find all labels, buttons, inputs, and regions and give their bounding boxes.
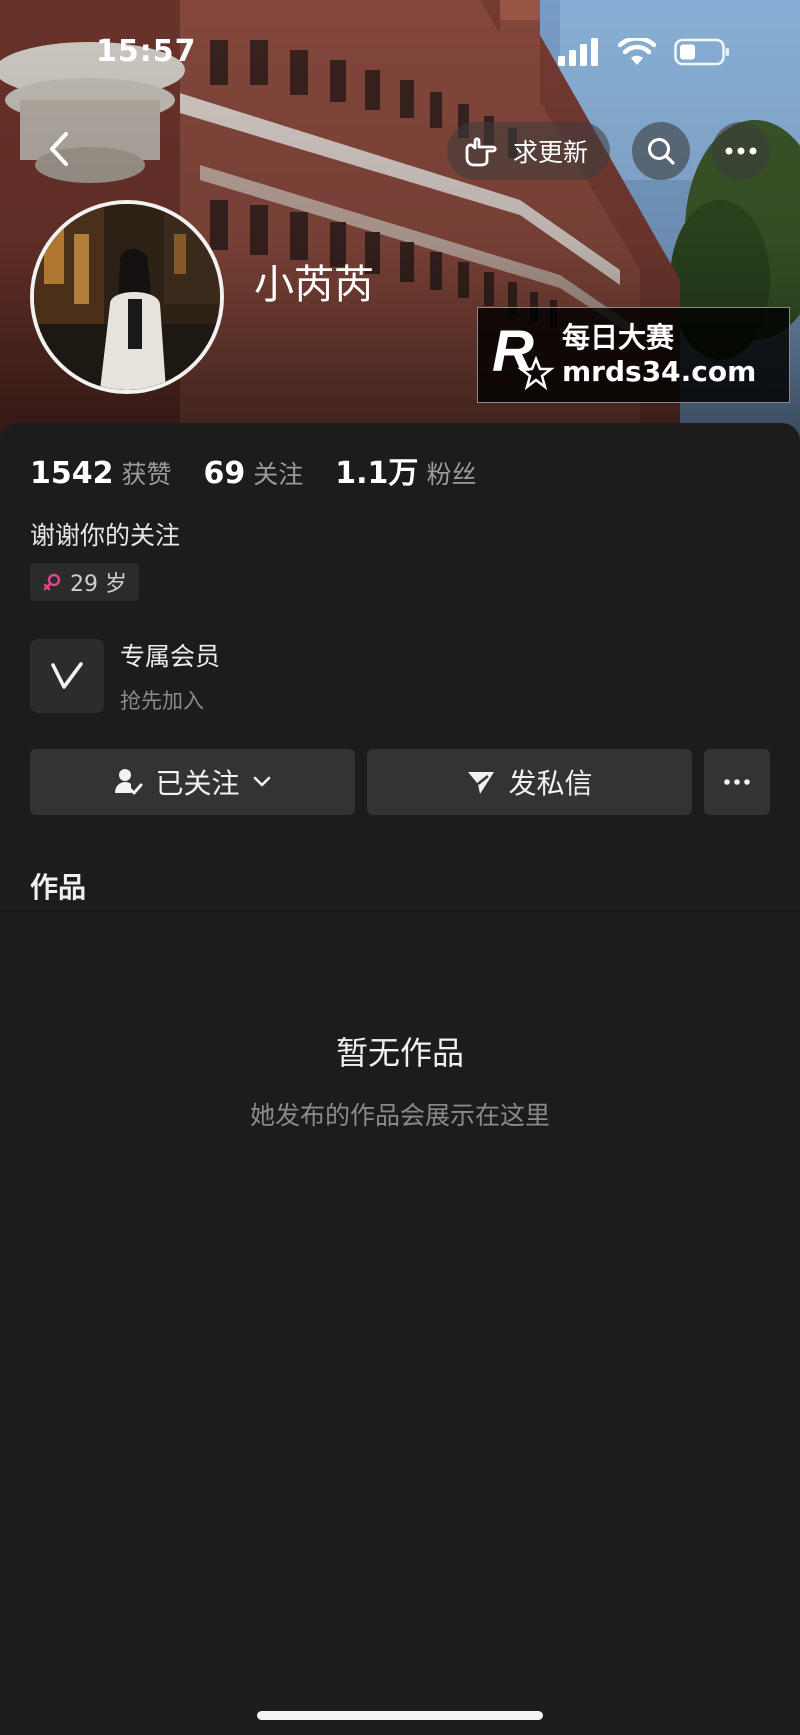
stat-following-label: 关注 [253,460,304,489]
membership-subtitle: 抢先加入 [120,689,204,713]
paper-plane-icon [468,772,495,794]
section-divider [0,910,800,911]
avatar[interactable] [30,200,224,394]
watermark: R 每日大赛 mrds34.com [477,307,790,403]
request-update-button[interactable]: 求更新 [446,122,610,180]
stat-following-value: 69 [203,456,246,491]
request-update-label: 求更新 [512,138,588,167]
action-buttons: 已关注 发私信 [30,749,770,815]
followed-button[interactable]: 已关注 [30,749,355,815]
search-button[interactable] [632,122,690,180]
followed-label: 已关注 [155,767,240,800]
stat-likes-label: 获赞 [121,460,172,489]
status-time: 15:57 [96,34,197,69]
chevron-left-icon [50,132,68,166]
back-button[interactable] [34,124,84,174]
stat-followers-value: 1.1万 [335,456,419,491]
home-indicator[interactable] [257,1711,543,1720]
tab-works[interactable]: 作品 [30,866,86,906]
stat-following[interactable]: 69 关注 [204,455,304,491]
watermark-logo: R [478,307,558,403]
ellipsis-icon [725,147,757,155]
female-icon [43,573,61,591]
more-button[interactable] [712,122,770,180]
user-check-icon [115,769,143,795]
v-badge-icon [30,639,104,713]
membership-entry[interactable]: 专属会员 抢先加入 [30,637,220,715]
wifi-icon [618,38,656,65]
stat-followers-label: 粉丝 [426,460,477,489]
top-actions: 求更新 [446,122,770,180]
empty-state: 暂无作品 她发布的作品会展示在这里 [0,1028,800,1132]
empty-subtitle: 她发布的作品会展示在这里 [249,1101,550,1130]
more-actions-button[interactable] [704,749,770,815]
stat-followers[interactable]: 1.1万 粉丝 [335,448,476,492]
age-tag: 29 岁 [30,563,139,601]
user-name: 小芮芮 [254,262,374,308]
profile-stats: 1542 获赞 69 关注 1.1万 粉丝 [30,448,508,492]
watermark-brand: 每日大赛 [562,321,675,354]
signal-icon [558,38,598,66]
profile-bio: 谢谢你的关注 [30,521,181,550]
battery-icon [674,38,729,66]
empty-title: 暂无作品 [335,1034,464,1072]
membership-title: 专属会员 [120,642,221,671]
chevron-down-icon [253,776,270,787]
send-message-button[interactable]: 发私信 [367,749,692,815]
search-icon [648,138,675,165]
pointing-hand-icon [465,137,497,167]
age-label: 29 岁 [70,572,127,597]
stat-likes[interactable]: 1542 获赞 [30,455,172,491]
avatar-photo [34,204,220,390]
stat-likes-value: 1542 [30,456,114,491]
watermark-url: mrds34.com [562,355,757,388]
status-icons [558,38,730,66]
ellipsis-icon [724,779,750,785]
send-message-label: 发私信 [508,767,593,800]
